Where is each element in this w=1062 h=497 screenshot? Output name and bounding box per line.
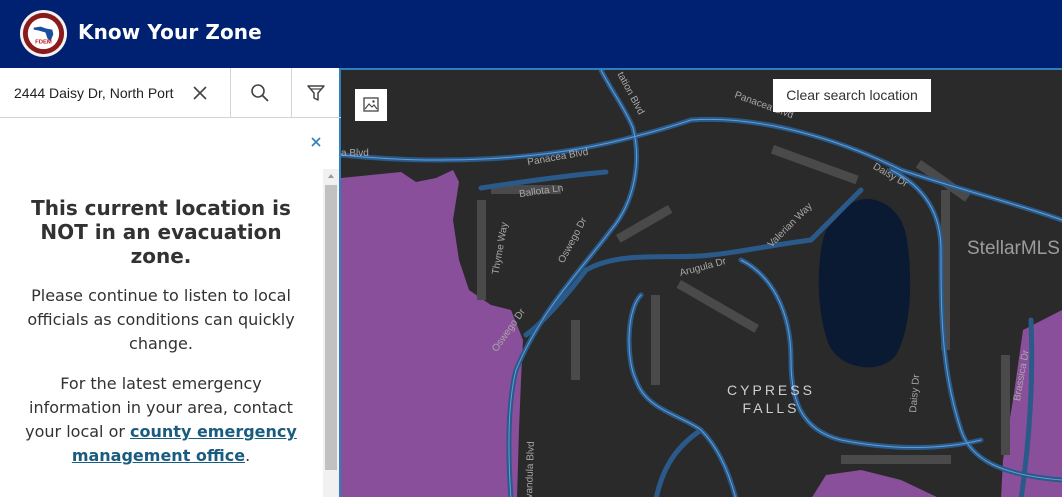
- result-contact: For the latest emergency information in …: [12, 372, 310, 468]
- zone-result: This current location is NOT in an evacu…: [0, 196, 322, 468]
- results-panel: This current location is NOT in an evacu…: [0, 68, 341, 497]
- place-name-line1: CYPRESS: [727, 382, 815, 398]
- result-advice: Please continue to listen to local offic…: [27, 286, 295, 353]
- result-headline: This current location is NOT in an evacu…: [31, 196, 291, 268]
- filter-icon[interactable]: [303, 80, 329, 106]
- close-icon[interactable]: [188, 81, 212, 105]
- evacuation-zone-south: [812, 470, 937, 497]
- close-panel-icon[interactable]: [309, 135, 323, 149]
- lake: [818, 198, 911, 368]
- street-label: a Blvd: [341, 148, 369, 159]
- evacuation-zone-west: [341, 170, 523, 497]
- search-icon[interactable]: [247, 80, 273, 106]
- fdem-logo: FDEM: [19, 9, 68, 58]
- map-view[interactable]: a Blvd Panacea Blvd Panacea Blvd tation …: [341, 68, 1062, 497]
- logo-text: FDEM: [35, 39, 52, 45]
- scrollbar[interactable]: [323, 169, 339, 497]
- scroll-up-arrow-icon[interactable]: [323, 169, 339, 183]
- separator: [230, 68, 231, 117]
- map-canvas[interactable]: [341, 70, 1062, 497]
- contact-period: .: [245, 446, 251, 465]
- place-label: CYPRESS FALLS: [721, 381, 821, 417]
- street-label: Lavandula Blvd: [523, 441, 537, 497]
- scrollbar-thumb[interactable]: [325, 185, 337, 470]
- separator: [291, 68, 292, 117]
- clear-search-location-button[interactable]: Clear search location: [773, 79, 931, 112]
- app-title: Know Your Zone: [78, 20, 262, 44]
- basemap-attribution-watermark: StellarMLS: [967, 238, 1060, 259]
- search-input[interactable]: [0, 68, 185, 117]
- basemap-gallery-button[interactable]: [355, 89, 387, 121]
- image-icon: [363, 97, 379, 112]
- search-bar: [0, 68, 341, 118]
- app-header: FDEM Know Your Zone: [0, 0, 1062, 68]
- place-name-line2: FALLS: [742, 400, 800, 416]
